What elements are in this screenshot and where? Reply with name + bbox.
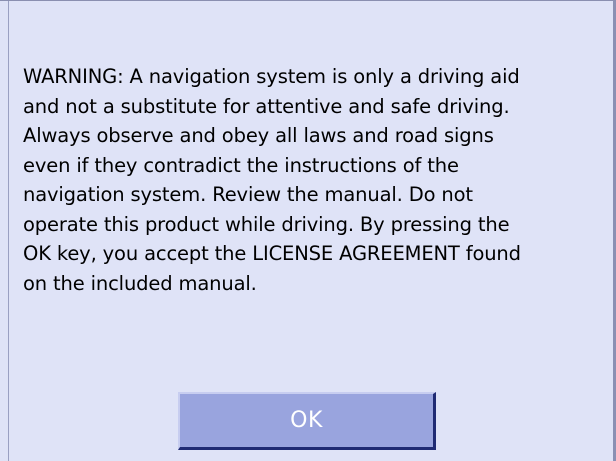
left-frame-edge <box>0 1 9 461</box>
warning-message: WARNING: A navigation system is only a d… <box>23 65 521 295</box>
ok-button-label: OK <box>290 408 323 433</box>
warning-screen: WARNING: A navigation system is only a d… <box>0 0 616 461</box>
ok-button[interactable]: OK <box>178 392 436 450</box>
